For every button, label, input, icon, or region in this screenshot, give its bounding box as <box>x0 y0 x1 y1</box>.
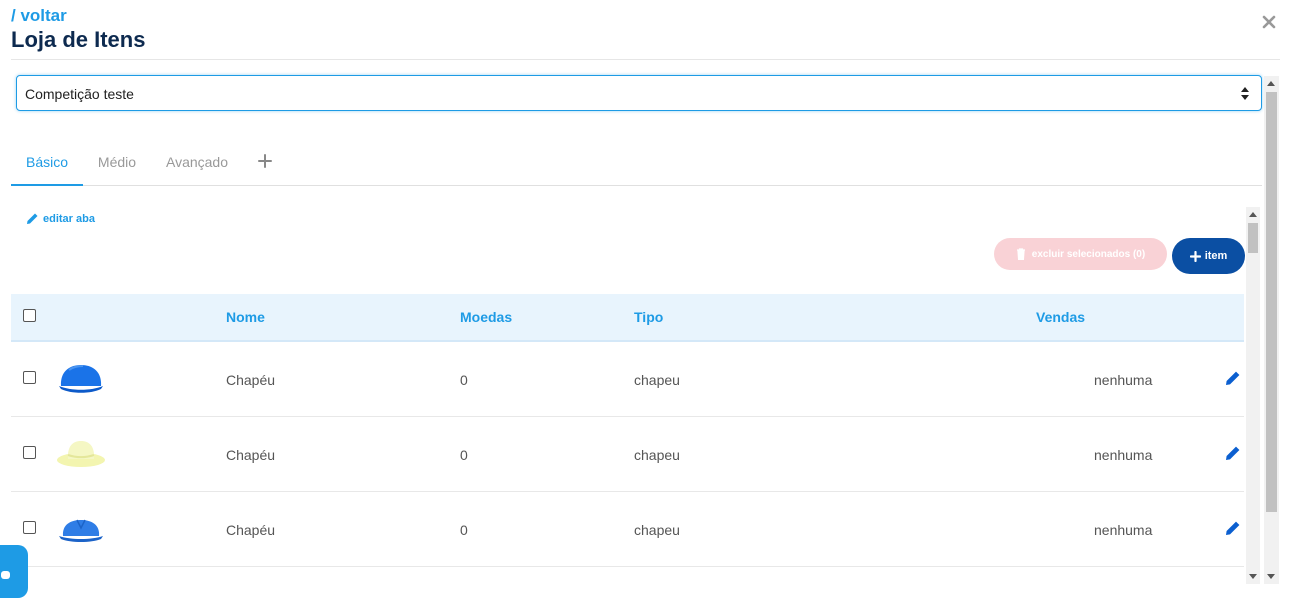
page-scrollbar[interactable] <box>1264 76 1279 584</box>
page-title: Loja de Itens <box>11 27 146 52</box>
item-sales: nenhuma <box>1094 522 1153 538</box>
close-icon[interactable] <box>1259 12 1279 32</box>
tab-medio[interactable]: Médio <box>95 140 139 186</box>
row-checkbox[interactable] <box>23 371 36 384</box>
chat-widget-button[interactable] <box>0 545 28 598</box>
competition-select-value: Competição teste <box>25 86 134 102</box>
delete-selected-button[interactable]: excluir selecionados (0) <box>994 238 1167 270</box>
add-item-button[interactable]: item <box>1172 238 1245 274</box>
table-header: Nome Moedas Tipo Vendas <box>11 294 1244 342</box>
item-sales: nenhuma <box>1094 372 1153 388</box>
column-header-vendas[interactable]: Vendas <box>1036 309 1085 325</box>
bucket-hat-icon <box>57 441 105 467</box>
item-coins: 0 <box>460 447 468 463</box>
tab-basico[interactable]: Básico <box>11 140 83 186</box>
pencil-icon <box>27 213 38 224</box>
table-scroll-down-arrow[interactable] <box>1249 574 1257 579</box>
cap-icon <box>59 519 103 542</box>
tab-avancado[interactable]: Avançado <box>163 140 231 186</box>
item-sales: nenhuma <box>1094 447 1153 463</box>
page-header: / voltar Loja de Itens <box>11 6 145 54</box>
page-scrollbar-thumb[interactable] <box>1266 92 1277 512</box>
scroll-up-arrow[interactable] <box>1267 81 1275 86</box>
item-name: Chapéu <box>226 447 276 463</box>
column-header-nome[interactable]: Nome <box>226 309 265 325</box>
back-link[interactable]: / voltar <box>11 6 145 26</box>
item-type: chapeu <box>634 447 680 463</box>
row-checkbox[interactable] <box>23 521 36 534</box>
edit-tab-label: editar aba <box>43 212 95 225</box>
plus-icon <box>1189 250 1201 262</box>
item-type: chapeu <box>634 522 680 538</box>
tab-bar: Básico Médio Avançado <box>11 140 1262 186</box>
table-scroll-up-arrow[interactable] <box>1249 212 1257 217</box>
table-scrollbar[interactable] <box>1246 207 1260 584</box>
delete-selected-label: excluir selecionados (0) <box>1031 248 1146 260</box>
add-tab-icon[interactable] <box>257 153 273 169</box>
item-coins: 0 <box>460 522 468 538</box>
item-coins: 0 <box>460 372 468 388</box>
select-arrows-icon <box>1241 87 1249 100</box>
header-divider <box>11 59 1280 60</box>
edit-item-icon[interactable] <box>1225 520 1241 536</box>
column-header-moedas[interactable]: Moedas <box>460 309 512 325</box>
edit-tab-link[interactable]: editar aba <box>26 212 95 225</box>
table-row: Chapéu 0 chapeu nenhuma <box>11 342 1244 417</box>
trash-icon <box>1016 248 1025 260</box>
competition-select[interactable]: Competição teste <box>16 75 1262 111</box>
table-scrollbar-thumb[interactable] <box>1248 223 1258 253</box>
row-checkbox[interactable] <box>23 446 36 459</box>
item-type: chapeu <box>634 372 680 388</box>
select-all-checkbox[interactable] <box>23 309 36 322</box>
item-name: Chapéu <box>226 372 276 388</box>
edit-item-icon[interactable] <box>1225 370 1241 386</box>
item-name: Chapéu <box>226 522 276 538</box>
table-row: Chapéu 0 chapeu nenhuma <box>11 417 1244 492</box>
edit-item-icon[interactable] <box>1225 445 1241 461</box>
chat-icon <box>1 571 10 579</box>
table-row: Chapéu 0 chapeu nenhuma <box>11 492 1244 567</box>
items-table: Nome Moedas Tipo Vendas Chapéu 0 chapeu … <box>11 294 1244 567</box>
scroll-down-arrow[interactable] <box>1267 574 1275 579</box>
add-item-label: item <box>1204 250 1228 262</box>
column-header-tipo[interactable]: Tipo <box>634 309 663 325</box>
cap-icon <box>59 365 103 393</box>
